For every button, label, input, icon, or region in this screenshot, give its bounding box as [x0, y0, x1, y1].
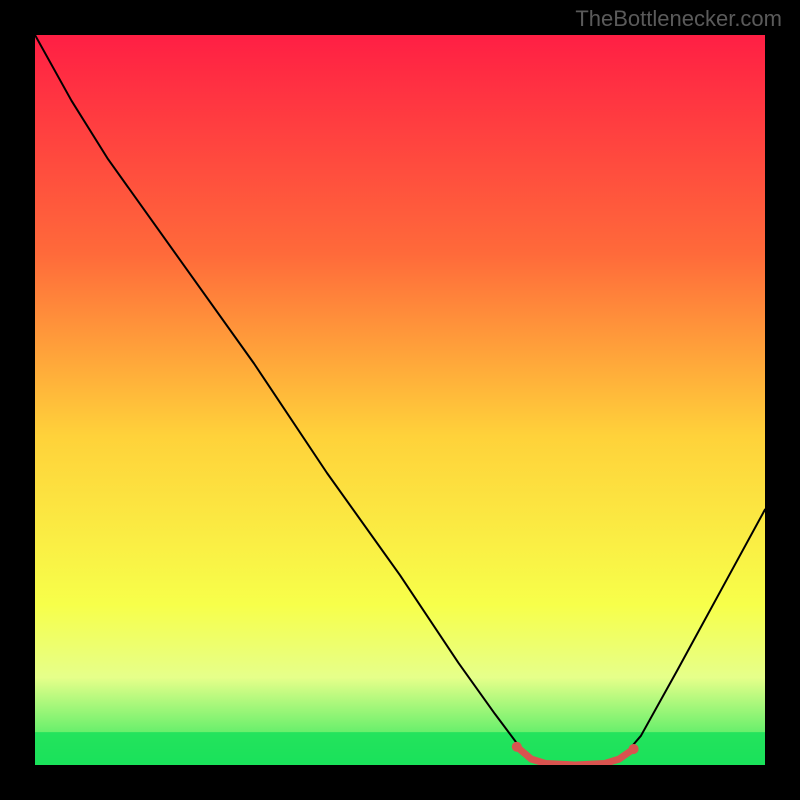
watermark-text: TheBottlenecker.com	[575, 6, 782, 32]
chart-svg	[35, 35, 765, 765]
green-band	[35, 732, 765, 765]
chart-container: TheBottlenecker.com	[0, 0, 800, 800]
plot-area	[35, 35, 765, 765]
gradient-background	[35, 35, 765, 765]
highlight-endpoint	[512, 742, 522, 752]
highlight-endpoint	[629, 744, 639, 754]
